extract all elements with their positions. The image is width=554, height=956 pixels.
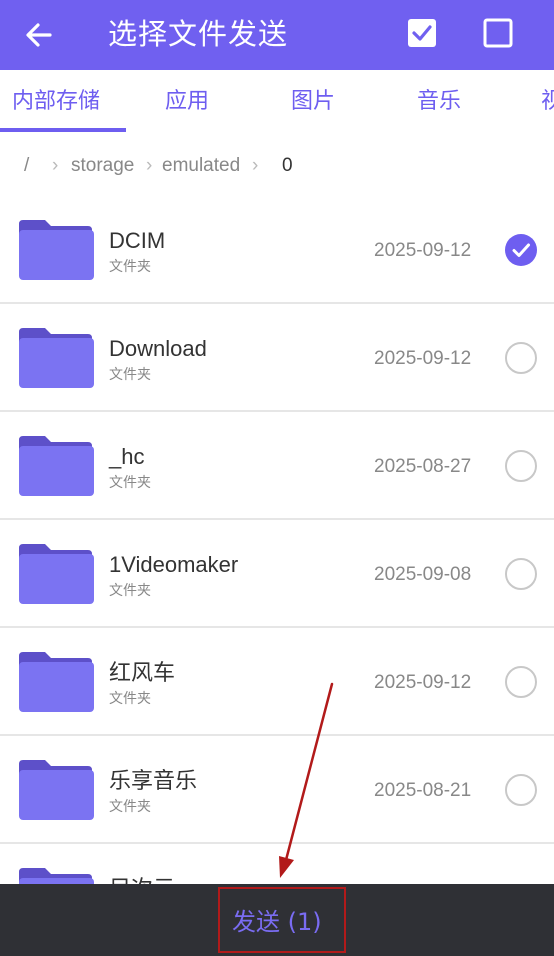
breadcrumb: / › storage › emulated › 0 — [0, 146, 554, 186]
folder-icon — [19, 760, 94, 820]
breadcrumb-item-storage[interactable]: storage — [71, 154, 134, 178]
tab-music[interactable]: 音乐 — [417, 86, 461, 118]
breadcrumb-root[interactable]: / — [24, 154, 29, 178]
bottom-action-bar: 发送 (1) — [0, 884, 554, 956]
file-type: 文件夹 — [109, 475, 151, 491]
tab-pictures[interactable]: 图片 — [291, 86, 335, 118]
breadcrumb-item-current: 0 — [282, 155, 293, 176]
folder-icon — [19, 544, 94, 604]
file-name: _hc — [109, 444, 145, 469]
tab-internal-storage[interactable]: 内部存储 — [12, 86, 100, 118]
file-name: 目次元 — [109, 876, 175, 884]
file-type: 文件夹 — [109, 583, 151, 599]
list-item[interactable]: 1Videomaker 文件夹 2025-09-08 — [0, 520, 554, 628]
active-tab-indicator — [0, 128, 126, 132]
file-type: 文件夹 — [109, 799, 151, 815]
file-date: 2025-09-08 — [374, 564, 472, 585]
file-date: 2025-08-21 — [374, 780, 472, 801]
selection-checkbox[interactable] — [505, 558, 537, 590]
folder-icon — [19, 868, 94, 884]
file-name: Download — [109, 336, 207, 361]
list-item[interactable]: Download 文件夹 2025-09-12 — [0, 304, 554, 412]
file-date: 2025-09-12 — [374, 672, 472, 693]
selection-checkbox[interactable] — [505, 342, 537, 374]
list-item[interactable]: 红风车 文件夹 2025-09-12 — [0, 628, 554, 736]
folder-icon — [19, 436, 94, 496]
selection-checkbox[interactable] — [505, 666, 537, 698]
send-button[interactable]: 发送 (1) — [218, 887, 346, 953]
file-type: 文件夹 — [109, 259, 151, 275]
app-bar: 选择文件发送 — [0, 0, 554, 70]
page-title: 选择文件发送 — [108, 17, 289, 51]
list-item[interactable]: _hc 文件夹 2025-08-27 — [0, 412, 554, 520]
list-item[interactable]: 目次元 — [0, 844, 554, 884]
folder-icon — [19, 220, 94, 280]
chevron-right-icon: › — [146, 155, 153, 176]
check-icon — [512, 243, 530, 257]
selection-checkbox[interactable] — [505, 774, 537, 806]
list-item[interactable]: DCIM 文件夹 2025-09-12 — [0, 196, 554, 304]
file-name: 红风车 — [109, 660, 176, 685]
chevron-right-icon: › — [252, 155, 259, 176]
tab-video[interactable]: 视 — [541, 86, 554, 118]
checkbox-empty-icon[interactable] — [482, 17, 514, 49]
category-tabs: 内部存储 应用 图片 音乐 视 — [0, 70, 554, 134]
arrow-left-icon[interactable] — [22, 18, 56, 52]
file-name: DCIM — [109, 228, 166, 253]
selection-checkbox[interactable] — [505, 450, 537, 482]
selection-checkbox[interactable] — [505, 234, 537, 266]
checkbox-checked-icon[interactable] — [406, 17, 438, 49]
file-name: 乐享音乐 — [109, 768, 198, 793]
list-item[interactable]: 乐享音乐 文件夹 2025-08-21 — [0, 736, 554, 844]
file-date: 2025-09-12 — [374, 348, 472, 369]
send-button-label: 发送 (1) — [232, 908, 322, 936]
tab-apps[interactable]: 应用 — [165, 86, 209, 118]
file-name: 1Videomaker — [109, 552, 239, 577]
folder-icon — [19, 328, 94, 388]
file-type: 文件夹 — [109, 367, 151, 383]
file-date: 2025-08-27 — [374, 456, 472, 477]
file-type: 文件夹 — [109, 691, 151, 707]
file-list: DCIM 文件夹 2025-09-12 Download 文件夹 2025-09… — [0, 196, 554, 884]
chevron-right-icon: › — [52, 155, 59, 176]
folder-icon — [19, 652, 94, 712]
breadcrumb-item-emulated[interactable]: emulated — [162, 154, 240, 178]
file-date: 2025-09-12 — [374, 240, 472, 261]
